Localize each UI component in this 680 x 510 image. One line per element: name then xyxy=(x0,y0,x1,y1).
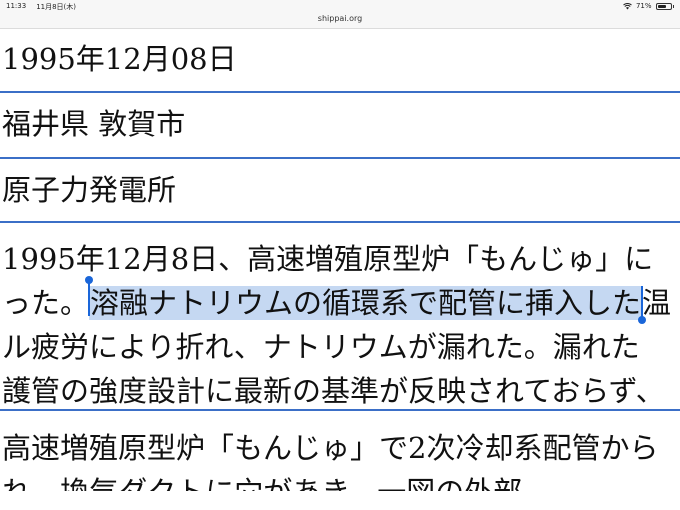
cell-facility: 原子力発電所 xyxy=(2,173,177,207)
selected-text: 溶融ナトリウムの循環系で配管に挿入した xyxy=(90,286,642,320)
battery-cap xyxy=(672,4,674,8)
line2-before: った。 xyxy=(2,286,90,320)
description-line-3: ル疲労により折れ、ナトリウムが漏れた。漏れた xyxy=(2,330,640,364)
status-time: 11:33 xyxy=(6,2,27,10)
next-line-1: 高速増殖原型炉「もんじゅ」で2次冷却系配管から xyxy=(2,431,659,465)
text-selection[interactable]: 溶融ナトリウムの循環系で配管に挿入した xyxy=(85,276,647,324)
status-right: 71% xyxy=(623,2,674,10)
wifi-icon xyxy=(623,2,632,9)
status-left: 11:33 11月8日(木) xyxy=(6,2,76,12)
cell-location: 福井県 敦賀市 xyxy=(2,107,186,141)
status-bar: 11:33 11月8日(木) shippai.org 71% xyxy=(0,0,680,29)
battery-percent: 71% xyxy=(635,2,652,10)
cell-description[interactable]: 1995年12月8日、高速増殖原型炉「もんじゅ」に った。 溶融ナトリウムの循環系… xyxy=(0,223,680,409)
selection-start-handle[interactable] xyxy=(85,276,94,316)
description-line-4: 護管の強度設計に最新の基準が反映されておらず、 xyxy=(2,374,665,408)
line2-after: 温 xyxy=(642,286,672,320)
status-date: 11月8日(木) xyxy=(36,3,77,11)
page-content: 1995年12月08日 福井県 敦賀市 原子力発電所 1995年12月8日、高速… xyxy=(0,28,680,491)
selection-end-handle[interactable] xyxy=(638,286,647,324)
address-bar-url[interactable]: shippai.org xyxy=(0,14,680,23)
next-line-2: れ、換気ダクトに穴があき、一図の外部 xyxy=(2,470,680,491)
description-line-1: 1995年12月8日、高速増殖原型炉「もんじゅ」に xyxy=(2,242,654,276)
cell-next-description: 高速増殖原型炉「もんじゅ」で2次冷却系配管から れ、換気ダクトに穴があき、一図の… xyxy=(0,411,680,491)
battery-icon xyxy=(655,2,672,10)
description-line-2: った。 溶融ナトリウムの循環系で配管に挿入した温 xyxy=(2,276,680,325)
cell-date: 1995年12月08日 xyxy=(2,42,237,76)
battery-fill xyxy=(657,4,667,8)
